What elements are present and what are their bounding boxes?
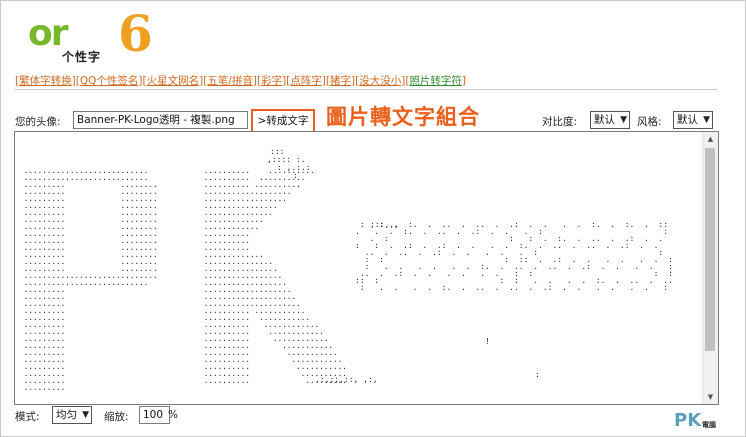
avatar-label: 您的头像:: [15, 116, 61, 128]
mode-select-value: 均匀: [56, 409, 77, 421]
watermark-text: PK: [674, 410, 702, 431]
ascii-art-fragment: ,:,;;,::, ,:,: [315, 375, 378, 384]
logo-word: or: [28, 13, 68, 54]
mode-select[interactable]: 均匀 ▼: [52, 406, 92, 424]
nav-link-6[interactable]: 点阵字: [290, 75, 322, 87]
nav-link-5[interactable]: 彩字: [261, 75, 282, 87]
ascii-art-fragment: ;::,,,: [370, 220, 399, 229]
zoom-unit: %: [168, 409, 178, 421]
ascii-art-fragment: !: [485, 337, 490, 346]
ascii-art-canvas: ........................... .......... .…: [19, 147, 673, 399]
nav-link-9[interactable]: 照片转字符: [409, 75, 462, 87]
scroll-up-icon[interactable]: ▲: [703, 132, 718, 146]
zoom-input[interactable]: 100: [139, 406, 170, 424]
zoom-label: 缩放:: [104, 411, 129, 423]
ascii-art-row: [19, 390, 361, 399]
nav-link-3[interactable]: 火星文网名: [147, 75, 200, 87]
site-logo[interactable]: or 6 个性字: [26, 6, 166, 66]
nav-link-1[interactable]: 繁体字转换: [19, 75, 72, 87]
style-select[interactable]: 默认 ▼: [673, 111, 713, 129]
contrast-select-value: 默认: [594, 114, 615, 126]
mode-label: 模式:: [15, 411, 40, 423]
contrast-label: 对比度:: [542, 116, 578, 128]
chevron-down-icon: ▼: [82, 410, 89, 420]
watermark-logo: PK 電腦: [674, 410, 716, 432]
convert-button[interactable]: >转成文字: [251, 109, 315, 133]
chevron-down-icon: ▼: [703, 115, 710, 125]
logo-subtitle: 个性字: [62, 50, 102, 64]
nav-link-2[interactable]: QQ个性签名: [80, 75, 139, 87]
nav-divider: [15, 89, 717, 90]
ascii-art-fragment: :: [293, 171, 303, 180]
image-caption: 圖片轉文字組合: [326, 105, 480, 129]
nav-link-8[interactable]: 没大没小: [359, 75, 401, 87]
watermark-tag: 電腦: [702, 421, 716, 429]
vertical-scrollbar[interactable]: ▲ ▼: [702, 132, 718, 404]
contrast-select[interactable]: 默认 ▼: [590, 111, 630, 129]
logo-six: 6: [118, 4, 153, 63]
style-label: 风格:: [637, 116, 662, 128]
nav-link-7[interactable]: 猪字: [330, 75, 351, 87]
ascii-art-output[interactable]: ........................... .......... .…: [14, 131, 719, 405]
style-select-value: 默认: [677, 114, 698, 126]
file-input[interactable]: Banner-PK-Logo透明 - 複製.png: [73, 111, 248, 129]
top-nav: [繁体字转换][QQ个性签名][火星文网名][五笔/拼音][彩字][点阵字][猪…: [15, 75, 467, 87]
scrollbar-thumb[interactable]: [705, 148, 715, 351]
scroll-down-icon[interactable]: ▼: [703, 390, 718, 404]
ascii-art-row: : . . . . :. . .. . .. . .: . . . . . . …: [355, 283, 673, 292]
ascii-art-rows: ........................... .......... .…: [19, 147, 673, 399]
ascii-art-fragment: :: [535, 370, 540, 379]
chevron-down-icon: ▼: [620, 115, 627, 125]
nav-link-4[interactable]: 五笔/拼音: [207, 75, 253, 87]
